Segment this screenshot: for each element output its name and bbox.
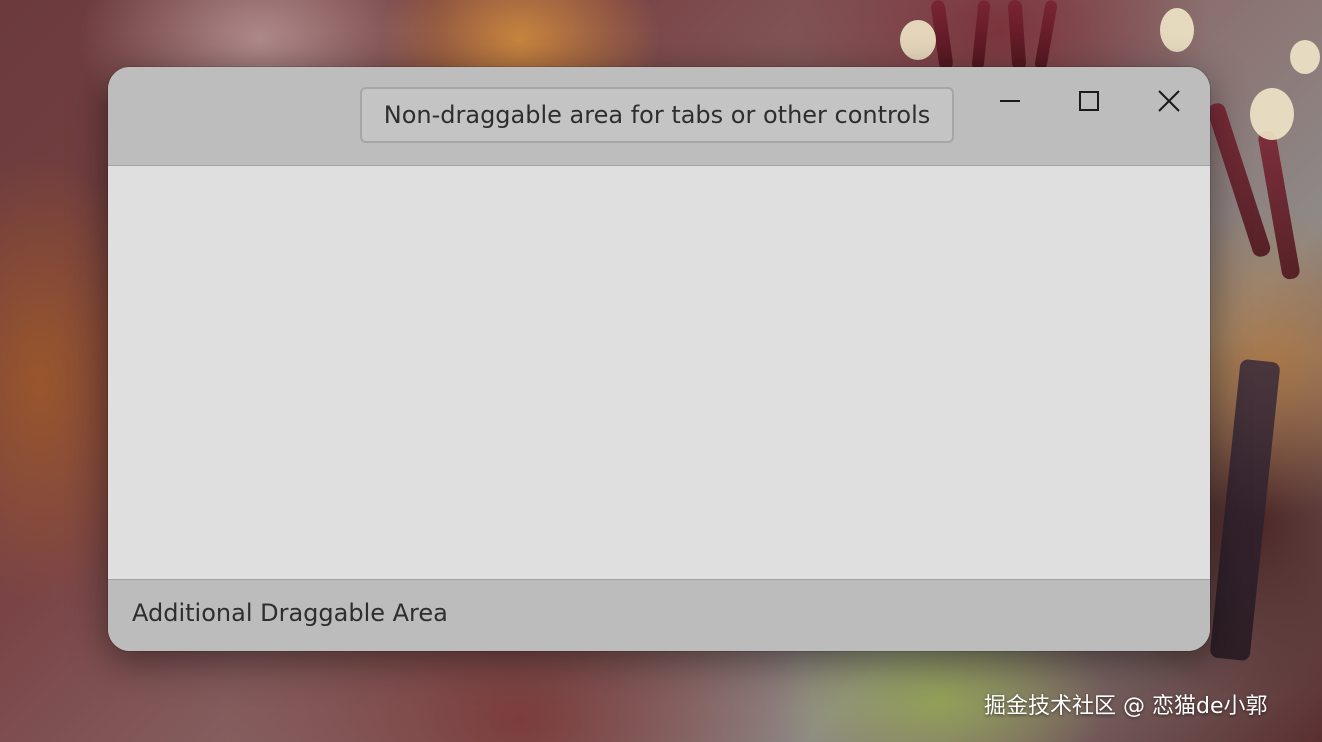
non-draggable-area[interactable]: Non-draggable area for tabs or other con… <box>360 87 954 143</box>
close-button[interactable] <box>1137 81 1201 121</box>
additional-draggable-label: Additional Draggable Area <box>132 599 448 627</box>
watermark-text: 掘金技术社区 @ 恋猫de小郭 <box>984 694 1268 719</box>
close-icon <box>1158 90 1180 112</box>
additional-draggable-area[interactable]: Additional Draggable Area <box>108 579 1210 651</box>
maximize-button[interactable] <box>1057 81 1121 121</box>
minimize-icon <box>1000 100 1020 102</box>
app-window: Non-draggable area for tabs or other con… <box>108 67 1210 651</box>
title-bar-drag-area[interactable]: Non-draggable area for tabs or other con… <box>108 67 1210 166</box>
maximize-icon <box>1079 91 1099 111</box>
minimize-button[interactable] <box>978 81 1042 121</box>
content-area <box>108 166 1210 579</box>
